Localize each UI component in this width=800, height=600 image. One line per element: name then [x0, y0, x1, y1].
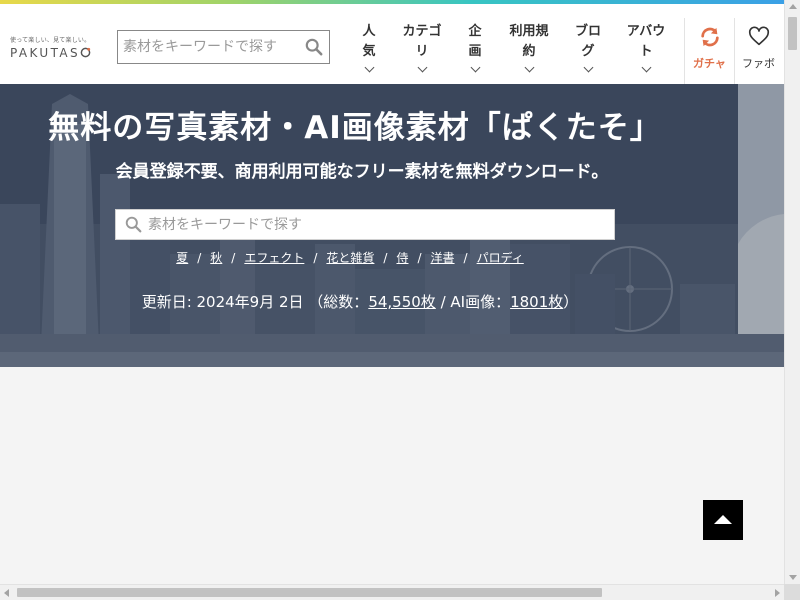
- hero-subtitle: 会員登録不要、商用利用可能なフリー素材を無料ダウンロード。: [115, 162, 609, 182]
- nav-item-project[interactable]: 企 画: [460, 22, 490, 73]
- tag-link[interactable]: 洋書: [431, 251, 455, 265]
- total-count-link[interactable]: 54,550枚: [368, 293, 436, 311]
- nav-item-terms[interactable]: 利用規 約: [507, 22, 551, 73]
- search-icon[interactable]: [305, 38, 323, 56]
- favorites-label: ファボ: [742, 57, 775, 70]
- scroll-right-arrow-icon[interactable]: [775, 589, 780, 597]
- chevron-down-icon: [417, 62, 427, 73]
- hero-search: [115, 209, 615, 240]
- tag-separator: /: [313, 251, 318, 265]
- scroll-left-arrow-icon[interactable]: [4, 589, 9, 597]
- horizontal-scrollbar[interactable]: [0, 584, 784, 600]
- nav-item-label: 人 気: [362, 24, 376, 59]
- update-info: 更新日: 2024年9月 2日 （総数：54,550枚 / AI画像：1801枚…: [0, 291, 720, 312]
- update-prefix: 更新日: 2024年9月 2日 （総数：: [141, 293, 369, 311]
- chevron-down-icon: [364, 62, 374, 73]
- vertical-scroll-thumb[interactable]: [788, 17, 797, 50]
- search-icon: [125, 216, 142, 233]
- tag-link[interactable]: 侍: [396, 251, 408, 265]
- nav-item-label: カテゴ リ: [402, 24, 442, 59]
- scroll-up-arrow-icon[interactable]: [789, 4, 797, 9]
- logo-wordmark: PAKUTAS: [10, 46, 106, 60]
- popular-tags: 夏 / 秋 / エフェクト / 花と雑貨 / 侍 / 洋書 / パロディ: [0, 249, 700, 266]
- tag-separator: /: [231, 251, 236, 265]
- header-search: [117, 30, 330, 64]
- update-suffix: ）: [563, 293, 579, 311]
- tag-link[interactable]: 秋: [210, 251, 222, 265]
- site-logo[interactable]: 使って楽しい、見て楽しい。 PAKUTAS: [10, 35, 106, 60]
- back-to-top-button[interactable]: [703, 500, 743, 540]
- hero-title: 無料の写真素材・AI画像素材「ぱくたそ」: [48, 110, 662, 146]
- ai-count-link[interactable]: 1801枚: [510, 293, 563, 311]
- hero-search-input[interactable]: [148, 210, 608, 239]
- scrollbar-corner: [784, 584, 800, 600]
- favorites-button[interactable]: ファボ: [734, 18, 782, 88]
- ai-prefix: / AI画像：: [435, 293, 511, 311]
- nav-item-blog[interactable]: ブロ グ: [572, 22, 604, 73]
- nav-item-label: 企 画: [468, 24, 482, 59]
- nav-item-label: 利用規 約: [509, 24, 549, 59]
- refresh-icon: [700, 27, 719, 47]
- logo-mark-icon: [80, 47, 91, 58]
- gacha-label: ガチャ: [693, 57, 726, 70]
- tag-link[interactable]: 夏: [176, 251, 188, 265]
- chevron-down-icon: [583, 62, 593, 73]
- nav-item-label: ブロ グ: [574, 24, 601, 59]
- tag-separator: /: [417, 251, 422, 265]
- tag-separator: /: [197, 251, 202, 265]
- vertical-scrollbar[interactable]: [784, 0, 800, 584]
- arrow-up-icon: [714, 515, 732, 524]
- scroll-down-arrow-icon[interactable]: [789, 575, 797, 580]
- chevron-down-icon: [524, 62, 534, 73]
- heart-icon: [748, 26, 769, 46]
- nav-item-category[interactable]: カテゴ リ: [400, 22, 444, 73]
- gacha-button[interactable]: ガチャ: [684, 18, 734, 88]
- nav-item-popular[interactable]: 人 気: [354, 22, 384, 73]
- tag-link[interactable]: 花と雑貨: [326, 251, 374, 265]
- nav-item-label: アバウ ト: [626, 24, 666, 59]
- chevron-down-icon: [641, 62, 651, 73]
- tag-link[interactable]: エフェクト: [244, 251, 304, 265]
- chevron-down-icon: [470, 62, 480, 73]
- horizontal-scroll-thumb[interactable]: [17, 588, 602, 597]
- logo-wordmark-text: PAKUTAS: [10, 46, 81, 60]
- tag-link[interactable]: パロディ: [477, 251, 524, 265]
- site-header: 使って楽しい、見て楽しい。 PAKUTAS 人 気 カテゴ リ 企 画 利用規 …: [0, 4, 784, 88]
- nav-item-about[interactable]: アバウ ト: [624, 22, 668, 73]
- tag-separator: /: [463, 251, 468, 265]
- header-search-input[interactable]: [118, 31, 298, 63]
- tag-separator: /: [383, 251, 388, 265]
- logo-tagline: 使って楽しい、見て楽しい。: [10, 37, 91, 44]
